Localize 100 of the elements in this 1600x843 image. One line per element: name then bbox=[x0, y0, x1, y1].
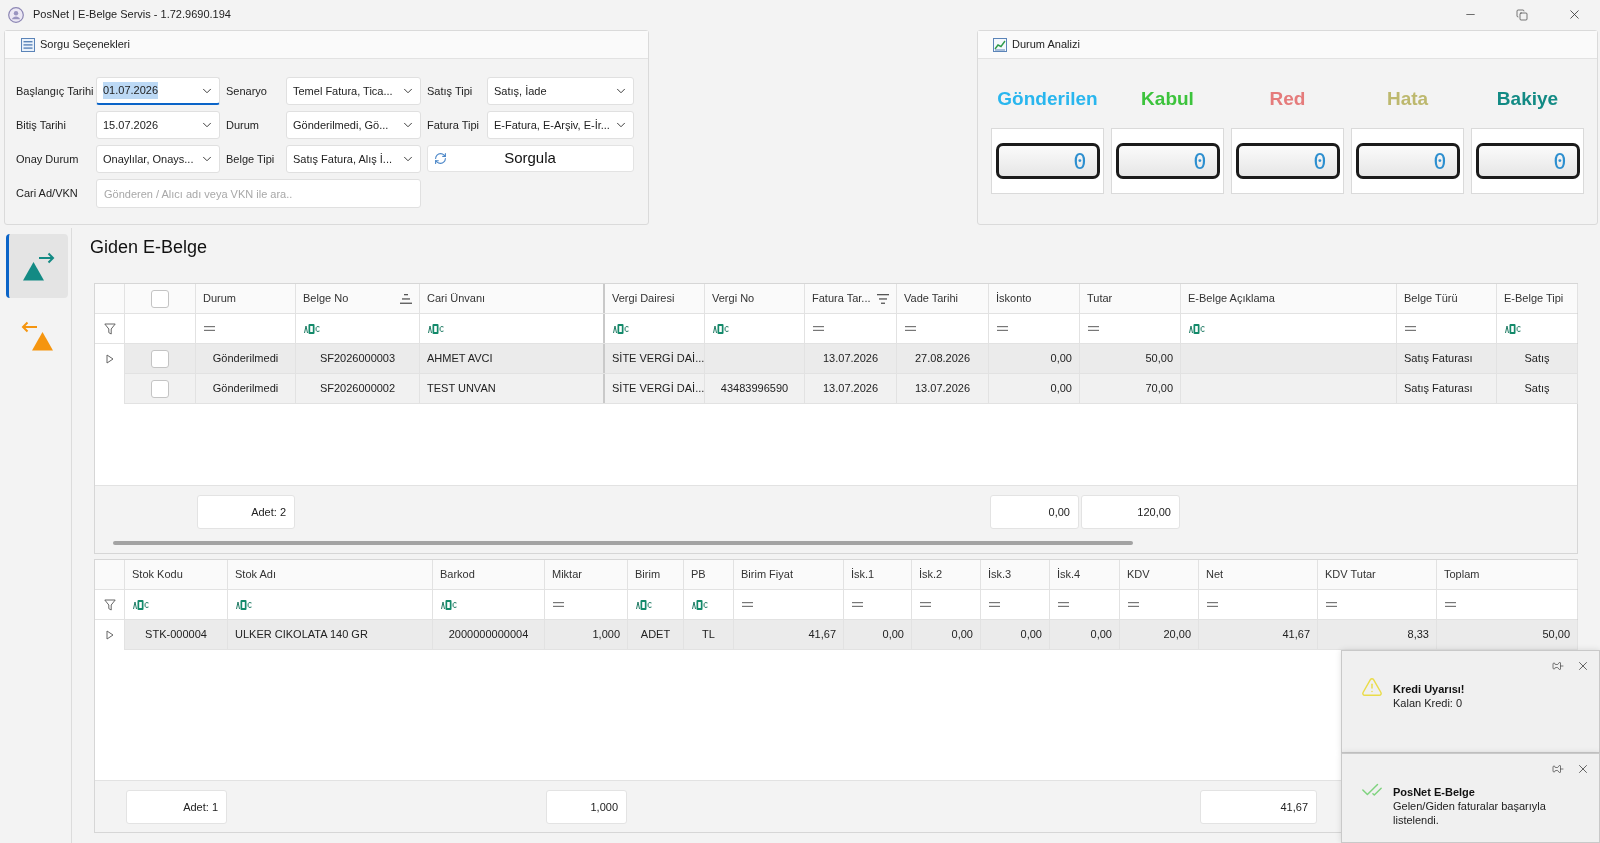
table-cell: 0,00 bbox=[989, 374, 1080, 403]
table-cell: 13.07.2026 bbox=[805, 374, 897, 403]
table-cell: SİTE VERGİ DAİ... bbox=[605, 344, 705, 373]
table-cell: Satış Faturası bbox=[1397, 374, 1497, 403]
panel-title: Sorgu Seçenekleri bbox=[40, 37, 130, 53]
warning-icon bbox=[1361, 676, 1383, 698]
column-header[interactable]: PB bbox=[684, 560, 734, 589]
notification-title: Kredi Uyarısı! bbox=[1393, 682, 1466, 696]
column-header[interactable]: Net bbox=[1199, 560, 1318, 589]
table-cell: STK-000004 bbox=[125, 620, 228, 649]
query-button[interactable]: Sorgula bbox=[427, 145, 634, 172]
app-logo-icon bbox=[8, 6, 24, 23]
table-cell: 20,00 bbox=[1120, 620, 1199, 649]
close-icon bbox=[1576, 762, 1590, 776]
panel-title: Durum Analizi bbox=[1012, 37, 1080, 53]
notification-message: Gelen/Giden faturalar başarıyla listelendi. bbox=[1393, 799, 1547, 827]
digital-display: 0 bbox=[1115, 143, 1220, 179]
column-header[interactable]: E-Belge Tipi bbox=[1497, 284, 1578, 313]
table-cell: 43483996590 bbox=[705, 374, 805, 403]
dropdown-field[interactable]: Temel Fatura, Tica... bbox=[286, 77, 421, 105]
table-cell: 0,00 bbox=[844, 620, 912, 649]
column-header[interactable]: Fatura Tar... bbox=[805, 284, 897, 313]
dropdown-field[interactable]: Satış, İade bbox=[487, 77, 634, 105]
column-header[interactable]: Vade Tarihi bbox=[897, 284, 989, 313]
table-row[interactable]: Gönderilmedi SF2026000003 AHMET AVCI SİTE VERGİ DAİ... 13.07.2026 27.08.2026 0,00 50,00 Satış Faturası Satış bbox=[95, 344, 1577, 374]
checkbox[interactable] bbox=[151, 349, 169, 368]
table-cell: 8,33 bbox=[1318, 620, 1437, 649]
field-label: Belge Tipi bbox=[226, 151, 275, 167]
column-header[interactable]: KDV bbox=[1120, 560, 1199, 589]
dropdown-field[interactable]: E-Fatura, E-Arşiv, E-İr... bbox=[487, 111, 634, 139]
dropdown-field[interactable]: 15.07.2026 bbox=[96, 111, 220, 139]
section-title: Giden E-Belge bbox=[90, 236, 208, 258]
column-header[interactable]: Miktar bbox=[545, 560, 628, 589]
horizontal-scrollbar[interactable] bbox=[113, 541, 1133, 545]
table-cell: 0,00 bbox=[1050, 620, 1120, 649]
table-cell: 50,00 bbox=[1080, 344, 1181, 373]
checkbox[interactable] bbox=[151, 379, 169, 398]
triangle-arrow-left-icon bbox=[20, 321, 54, 351]
total-field: Adet: 2 bbox=[197, 495, 295, 529]
table-cell: SF2026000003 bbox=[296, 344, 420, 373]
row-indicator-icon bbox=[105, 630, 114, 640]
table-cell: 27.08.2026 bbox=[897, 344, 989, 373]
field-label: Senaryo bbox=[226, 83, 267, 99]
notification-message: Kalan Kredi: 0 bbox=[1393, 696, 1464, 710]
digital-display: 0 bbox=[995, 143, 1100, 179]
table-cell: 2000000000004 bbox=[433, 620, 545, 649]
table-cell: 0,00 bbox=[989, 344, 1080, 373]
nav-item[interactable] bbox=[6, 234, 68, 298]
column-header[interactable]: Vergi Dairesi bbox=[605, 284, 705, 313]
table-cell: 1,000 bbox=[545, 620, 628, 649]
column-header[interactable]: İskonto bbox=[989, 284, 1080, 313]
column-header[interactable]: Birim Fiyat bbox=[734, 560, 844, 589]
counter-label: Bakiye bbox=[1496, 87, 1559, 111]
restore-icon bbox=[1516, 8, 1528, 21]
table-cell: 41,67 bbox=[1199, 620, 1318, 649]
chart-icon bbox=[993, 37, 1007, 52]
notification-title: PosNet E-Belge bbox=[1393, 785, 1476, 799]
column-header[interactable]: KDV Tutar bbox=[1318, 560, 1437, 589]
column-header[interactable]: Tutar bbox=[1080, 284, 1181, 313]
field-label: Bitiş Tarihi bbox=[16, 117, 66, 133]
table-cell: 0,00 bbox=[981, 620, 1050, 649]
column-header[interactable]: E-Belge Açıklama bbox=[1181, 284, 1397, 313]
column-header[interactable]: Stok Kodu bbox=[125, 560, 228, 589]
table-cell: ADET bbox=[628, 620, 684, 649]
checkbox[interactable] bbox=[151, 289, 169, 308]
column-header[interactable]: Barkod bbox=[433, 560, 545, 589]
dropdown-field[interactable]: Gönderilmedi, Gö... bbox=[286, 111, 421, 139]
dropdown-field[interactable]: Satış Fatura, Alış İ... bbox=[286, 145, 421, 173]
column-header[interactable]: Belge No bbox=[296, 284, 420, 313]
pin-icon bbox=[1552, 763, 1564, 775]
column-header[interactable]: İsk.4 bbox=[1050, 560, 1120, 589]
column-header[interactable]: Durum bbox=[196, 284, 296, 313]
filter-icon[interactable] bbox=[103, 598, 116, 611]
field-label: Başlangıç Tarihi bbox=[16, 83, 94, 99]
field-label: Onay Durum bbox=[16, 151, 79, 167]
column-header[interactable]: İsk.1 bbox=[844, 560, 912, 589]
counter-label: Red bbox=[1269, 87, 1306, 111]
column-header[interactable]: Belge Türü bbox=[1397, 284, 1497, 313]
dropdown-field[interactable]: Onaylılar, Onays... bbox=[96, 145, 220, 173]
field-label: Fatura Tipi bbox=[427, 117, 479, 133]
table-row[interactable]: STK-000004 ULKER CIKOLATA 140 GR 2000000000004 1,000 ADET TL 41,67 0,00 0,00 0,00 0,00 20,00 41,67 8,33 50,00 bbox=[95, 620, 1577, 650]
column-header[interactable]: Birim bbox=[628, 560, 684, 589]
table-cell: 70,00 bbox=[1080, 374, 1181, 403]
dropdown-field[interactable]: 01.07.2026 bbox=[96, 77, 220, 105]
digital-display: 0 bbox=[1235, 143, 1340, 179]
refresh-icon bbox=[434, 152, 447, 165]
table-cell: 13.07.2026 bbox=[805, 344, 897, 373]
total-field: 41,67 bbox=[1200, 790, 1317, 824]
column-header[interactable]: Stok Adı bbox=[228, 560, 433, 589]
search-field[interactable]: Gönderen / Alıcı adı veya VKN ile ara.. bbox=[96, 179, 421, 208]
table-row[interactable]: Gönderilmedi SF2026000002 TEST UNVAN SİTE VERGİ DAİ... 43483996590 13.07.2026 13.07.2026 0,00 70,00 Satış Faturası Satış bbox=[95, 374, 1577, 404]
total-field: Adet: 1 bbox=[126, 790, 227, 824]
table-cell: ULKER CIKOLATA 140 GR bbox=[228, 620, 433, 649]
column-header[interactable]: Vergi No bbox=[705, 284, 805, 313]
digital-display: 0 bbox=[1355, 143, 1460, 179]
table-cell: Gönderilmedi bbox=[196, 374, 296, 403]
column-header[interactable]: Toplam bbox=[1437, 560, 1578, 589]
filter-icon[interactable] bbox=[103, 322, 116, 335]
column-header[interactable]: İsk.3 bbox=[981, 560, 1050, 589]
column-header[interactable]: İsk.2 bbox=[912, 560, 981, 589]
